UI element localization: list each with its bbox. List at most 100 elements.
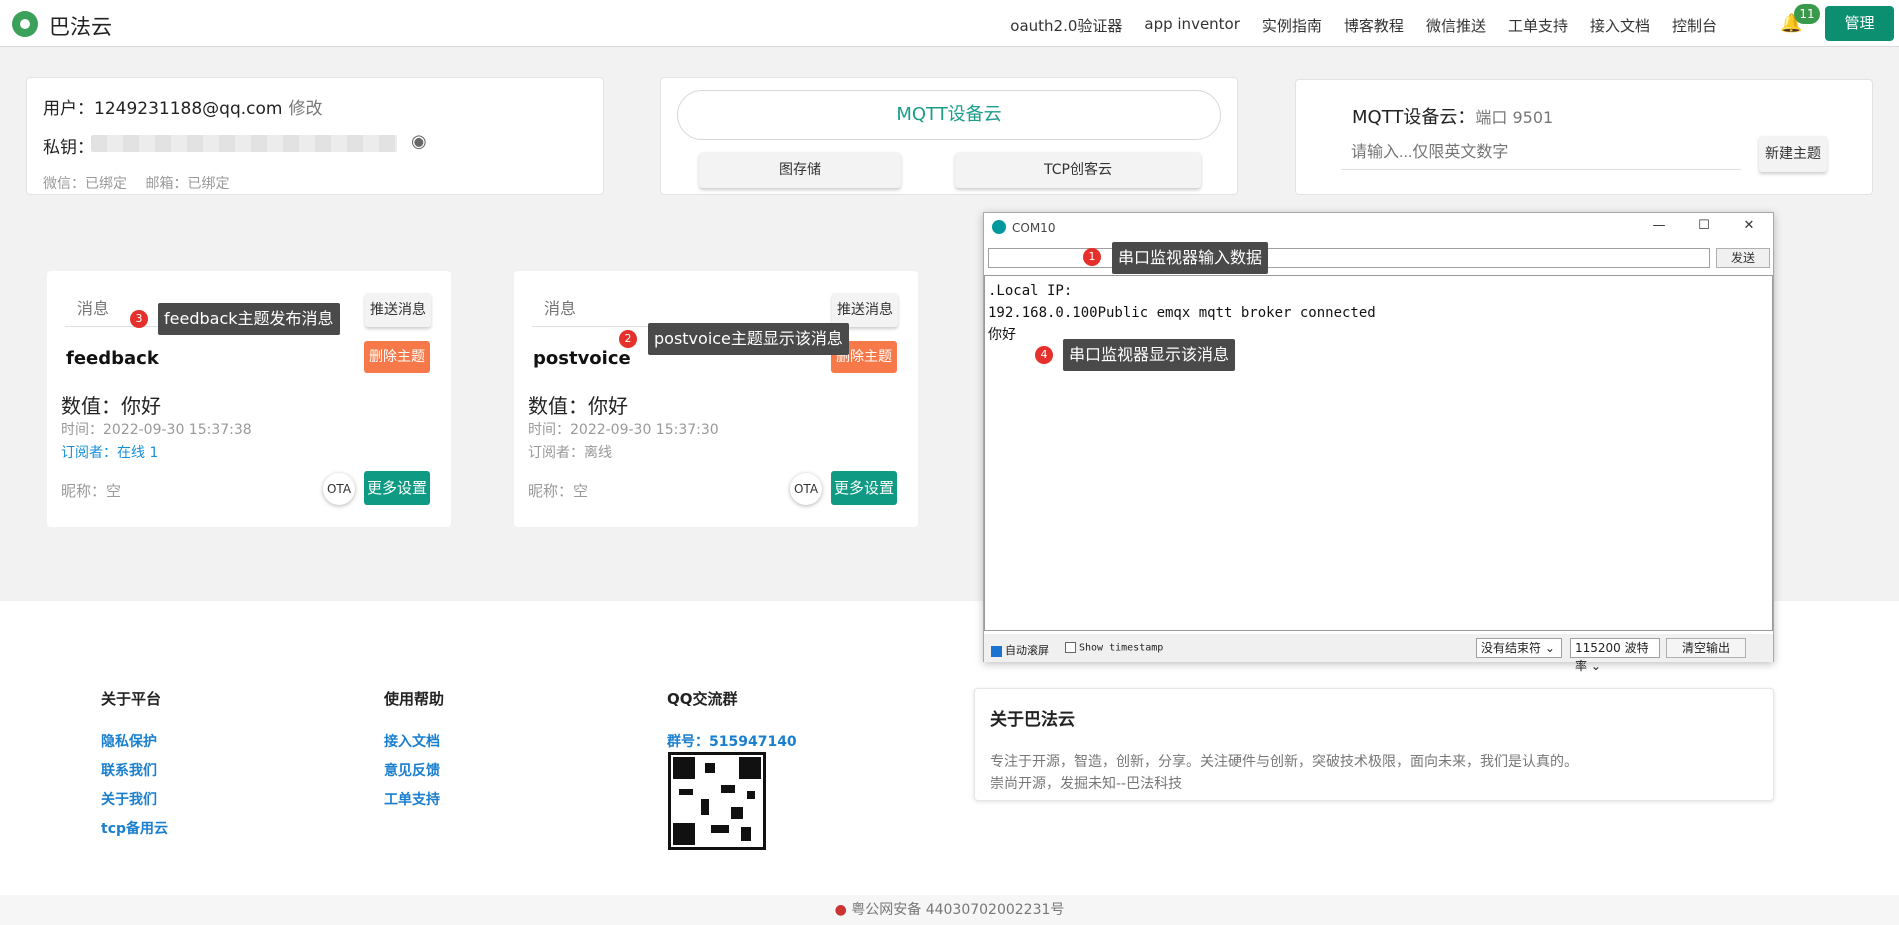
footer-link-docs[interactable]: 接入文档 xyxy=(384,731,444,751)
delete-topic-button[interactable]: 删除主题 xyxy=(364,341,430,373)
topic-name: postvoice xyxy=(533,348,631,369)
new-topic-button[interactable]: 新建主题 xyxy=(1759,136,1827,172)
maximize-icon[interactable]: ☐ xyxy=(1695,218,1713,233)
qr-code-image xyxy=(668,752,766,850)
baud-rate-select[interactable]: 115200 波特率 ⌄ xyxy=(1570,638,1660,673)
topic-value: 数值：你好 xyxy=(61,394,161,418)
more-settings-button[interactable]: 更多设置 xyxy=(364,471,430,505)
notification-badge: 11 xyxy=(1794,4,1820,24)
topic-nickname: 昵称：空 xyxy=(61,482,122,500)
eye-icon[interactable]: ◉ xyxy=(411,131,427,152)
minimize-icon[interactable]: — xyxy=(1650,218,1668,233)
arduino-icon xyxy=(992,220,1006,234)
serial-output[interactable]: .Local IP: 192.168.0.100Public emqx mqtt… xyxy=(984,275,1773,631)
about-title: 关于巴法云 xyxy=(990,710,1075,730)
subscriber-status: 订阅者：在线 1 xyxy=(61,445,159,461)
topic-time: 时间：2022-09-30 15:37:30 xyxy=(528,422,719,438)
mqtt-label: MQTT设备云：端口 9501 xyxy=(1352,103,1553,129)
mqtt-label-text: MQTT设备云： xyxy=(1352,107,1476,128)
timestamp-toggle[interactable]: Show timestamp xyxy=(1065,642,1163,654)
service-card: MQTT设备云 图存储 TCP创客云 xyxy=(660,77,1238,195)
footer-link-about[interactable]: 关于我们 xyxy=(101,789,168,809)
close-icon[interactable]: ✕ xyxy=(1740,218,1758,233)
annotation-marker: 1 xyxy=(1083,248,1101,266)
footer-heading: 使用帮助 xyxy=(384,690,445,708)
footer-link-contact[interactable]: 联系我们 xyxy=(101,760,168,780)
edit-link[interactable]: 修改 xyxy=(288,99,322,119)
serial-statusbar: 自动滚屏 Show timestamp 没有结束符 ⌄ 115200 波特率 ⌄… xyxy=(984,634,1773,673)
account-card: 用户：1249231188@qq.com 修改 私钥： ◉ 微信：已绑定 邮箱：已… xyxy=(26,77,604,195)
timestamp-checkbox[interactable] xyxy=(1065,642,1076,653)
nav-console[interactable]: 控制台 xyxy=(1672,15,1717,36)
nav-ticket[interactable]: 工单支持 xyxy=(1508,15,1568,36)
footer-link-privacy[interactable]: 隐私保护 xyxy=(101,731,168,751)
message-input[interactable] xyxy=(532,293,802,327)
nav-docs[interactable]: 接入文档 xyxy=(1590,15,1650,36)
nav-app-inventor[interactable]: app inventor xyxy=(1144,15,1240,36)
output-line: 192.168.0.100Public emqx mqtt broker con… xyxy=(988,305,1376,321)
annotation-marker: 2 xyxy=(619,330,637,348)
window-titlebar[interactable]: COM10 — ☐ ✕ xyxy=(984,213,1773,242)
create-topic-card: MQTT设备云：端口 9501 新建主题 xyxy=(1295,79,1873,195)
more-settings-button[interactable]: 更多设置 xyxy=(831,471,897,505)
manage-button[interactable]: 管理 xyxy=(1825,6,1894,41)
topic-card-postvoice: 推送消息 postvoice 删除主题 数值：你好 时间：2022-09-30 … xyxy=(514,271,918,527)
output-line: .Local IP: xyxy=(988,283,1073,299)
topic-nickname: 昵称：空 xyxy=(528,482,589,500)
annotation-label: feedback主题发布消息 xyxy=(158,303,340,335)
footer-heading: QQ交流群 xyxy=(667,690,738,708)
app-name[interactable]: 巴法云 xyxy=(49,11,112,41)
timestamp-label: Show timestamp xyxy=(1079,642,1164,654)
push-message-button[interactable]: 推送消息 xyxy=(365,293,431,327)
bemfa-logo-icon[interactable] xyxy=(12,11,38,37)
icp-text[interactable]: 粤公网安备 44030702002231号 xyxy=(851,902,1064,918)
port-text: 端口 9501 xyxy=(1475,108,1554,127)
send-button[interactable]: 发送 xyxy=(1716,248,1770,268)
clear-output-button[interactable]: 清空输出 xyxy=(1666,638,1746,658)
topic-time: 时间：2022-09-30 15:37:38 xyxy=(61,422,252,438)
image-storage-button[interactable]: 图存储 xyxy=(699,152,901,188)
private-key-masked xyxy=(91,135,397,152)
footer-heading: 关于平台 xyxy=(101,690,162,708)
autoscroll-checkbox[interactable] xyxy=(991,645,1002,657)
user-row: 用户：1249231188@qq.com 修改 xyxy=(43,94,322,119)
footer-link-tcp[interactable]: tcp备用云 xyxy=(101,818,168,838)
nav-examples[interactable]: 实例指南 xyxy=(1262,15,1322,36)
icp-bar: ● 粤公网安备 44030702002231号 xyxy=(0,895,1899,925)
mqtt-cloud-button[interactable]: MQTT设备云 xyxy=(677,90,1221,140)
key-label: 私钥： xyxy=(43,138,94,158)
annotation-marker: 3 xyxy=(130,310,148,328)
topic-value: 数值：你好 xyxy=(528,394,628,418)
about-card: 关于巴法云 专注于开源，智造，创新，分享。关注硬件与创新，突破技术极限，面向未来… xyxy=(974,688,1774,801)
tcp-cloud-button[interactable]: TCP创客云 xyxy=(955,152,1201,188)
line-ending-value: 没有结束符 xyxy=(1481,641,1542,655)
footer-col-qq: QQ交流群 群号：515947140 xyxy=(667,688,797,751)
bind-status: 微信：已绑定 邮箱：已绑定 xyxy=(43,176,230,192)
annotation-label: 串口监视器输入数据 xyxy=(1112,242,1269,274)
qq-group-number: 群号：515947140 xyxy=(667,734,797,750)
autoscroll-toggle[interactable]: 自动滚屏 xyxy=(991,642,1049,658)
window-title: COM10 xyxy=(1012,221,1056,235)
subscriber-status: 订阅者：离线 xyxy=(528,445,612,461)
nav-blog[interactable]: 博客教程 xyxy=(1344,15,1404,36)
about-slogan: 崇尚开源，发掘未知--巴法科技 xyxy=(990,776,1183,792)
footer-link-ticket[interactable]: 工单支持 xyxy=(384,789,444,809)
autoscroll-label: 自动滚屏 xyxy=(1005,644,1049,657)
police-badge-icon: ● xyxy=(834,902,847,918)
push-message-button[interactable]: 推送消息 xyxy=(832,293,898,327)
ota-button[interactable]: OTA xyxy=(323,473,355,505)
user-label: 用户： xyxy=(43,99,94,119)
annotation-label: postvoice主题显示该消息 xyxy=(648,323,849,355)
footer-col-help: 使用帮助 接入文档 意见反馈 工单支持 xyxy=(384,688,444,809)
nav-links: oauth2.0验证器 app inventor 实例指南 博客教程 微信推送 … xyxy=(1010,15,1717,36)
annotation-marker: 4 xyxy=(1035,346,1053,364)
line-ending-select[interactable]: 没有结束符 ⌄ xyxy=(1476,638,1562,658)
nav-wechat-push[interactable]: 微信推送 xyxy=(1426,15,1486,36)
top-navbar: 巴法云 oauth2.0验证器 app inventor 实例指南 博客教程 微… xyxy=(0,0,1899,47)
footer-link-feedback[interactable]: 意见反馈 xyxy=(384,760,444,780)
nav-oauth[interactable]: oauth2.0验证器 xyxy=(1010,15,1122,36)
topic-name: feedback xyxy=(66,348,159,369)
footer-col-platform: 关于平台 隐私保护 联系我们 关于我们 tcp备用云 xyxy=(101,688,168,838)
topic-name-input[interactable] xyxy=(1341,136,1741,170)
ota-button[interactable]: OTA xyxy=(790,473,822,505)
